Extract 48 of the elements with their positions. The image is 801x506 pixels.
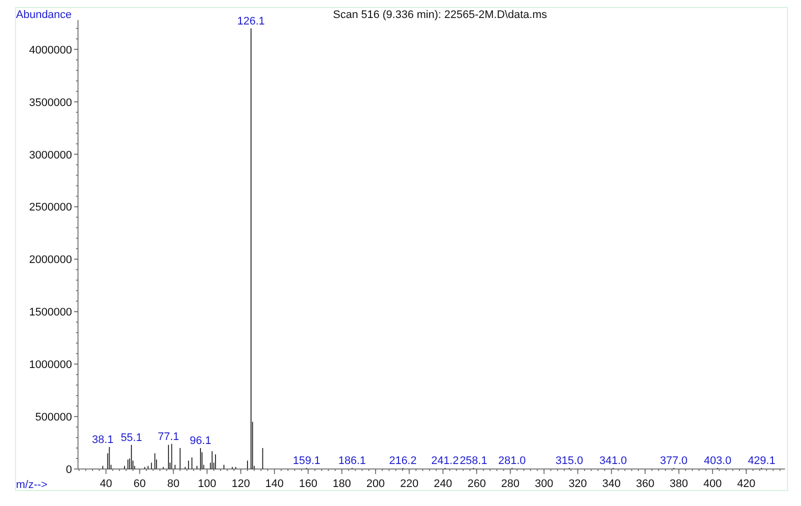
tick-label: 360 bbox=[636, 478, 654, 490]
tick-label: 160 bbox=[298, 478, 318, 490]
tick-label: 240 bbox=[434, 478, 452, 490]
tick-label: 3000000 bbox=[29, 149, 72, 162]
tick-label: 1000000 bbox=[29, 359, 72, 372]
x-axis-label: m/z--> bbox=[16, 479, 48, 491]
peak-label: 77.1 bbox=[158, 430, 180, 443]
tick-label: 200 bbox=[366, 478, 385, 490]
tick-label: 60 bbox=[134, 478, 146, 490]
tick-label: 100 bbox=[198, 478, 216, 490]
tick-label: 300 bbox=[534, 478, 554, 490]
tick-label: 120 bbox=[232, 478, 250, 490]
y-axis-label: Abundance bbox=[16, 9, 72, 21]
tick-label: 340 bbox=[602, 478, 621, 490]
peak-label: 96.1 bbox=[190, 435, 212, 448]
tick-label: 420 bbox=[737, 478, 756, 490]
peak-label: 241.2 bbox=[431, 454, 459, 467]
peak-label: 216.2 bbox=[389, 454, 417, 467]
tick-label: 260 bbox=[467, 478, 486, 490]
tick-label: 40 bbox=[100, 478, 112, 490]
tick-label: 140 bbox=[265, 478, 284, 490]
tick-label: 2000000 bbox=[29, 254, 72, 266]
peak-label: 281.0 bbox=[498, 454, 526, 467]
chart-title: Scan 516 (9.336 min): 22565-2M.D\data.ms bbox=[333, 9, 547, 21]
tick-label: 180 bbox=[332, 478, 352, 490]
peak-label: 38.1 bbox=[92, 434, 114, 446]
tick-label: 80 bbox=[167, 478, 180, 490]
peak-label: 429.1 bbox=[748, 454, 776, 467]
tick-label: 320 bbox=[568, 478, 587, 490]
peak-label: 341.0 bbox=[599, 454, 627, 467]
tick-label: 2500000 bbox=[29, 202, 72, 214]
peak-label: 258.1 bbox=[460, 454, 488, 467]
tick-label: 0 bbox=[66, 464, 72, 476]
peak-label: 159.1 bbox=[292, 454, 320, 467]
peak-label: 186.1 bbox=[338, 454, 366, 467]
tick-label: 500000 bbox=[35, 412, 72, 424]
peak-label: 403.0 bbox=[704, 454, 732, 467]
tick-label: 220 bbox=[400, 478, 418, 490]
tick-label: 1500000 bbox=[29, 306, 72, 319]
tick-label: 280 bbox=[501, 478, 520, 490]
tick-label: 400 bbox=[703, 478, 722, 490]
tick-label: 4000000 bbox=[29, 44, 72, 56]
tick-label: 380 bbox=[670, 478, 688, 490]
peak-label: 315.0 bbox=[556, 454, 584, 467]
peak-label: 126.1 bbox=[237, 15, 265, 28]
peak-label: 377.0 bbox=[660, 454, 688, 467]
tick-label: 3500000 bbox=[29, 96, 72, 109]
peak-label: 55.1 bbox=[120, 432, 142, 444]
